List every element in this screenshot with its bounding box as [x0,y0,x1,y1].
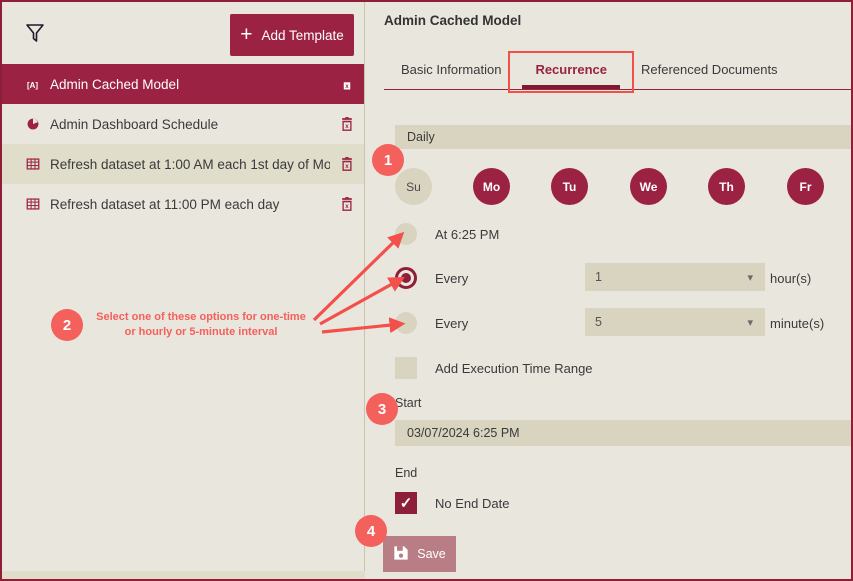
svg-text:x: x [345,82,349,89]
add-template-button[interactable]: + Add Template [230,14,354,56]
template-list-item-label: Refresh dataset at 11:00 PM each day [50,196,280,212]
annotation-marker-1: 1 [372,144,404,176]
option-every-hours[interactable]: Every [395,265,468,291]
option-every-minutes[interactable]: Every [395,310,468,336]
template-list-item[interactable]: Refresh dataset at 11:00 PM each day x [2,184,364,224]
checkbox-no-end-date[interactable]: ✓ [395,492,417,514]
checkbox-add-execution-time-range[interactable] [395,357,417,379]
template-list-item-label: Admin Cached Model [50,76,180,92]
hours-unit-label: hour(s) [770,271,812,286]
weekday-su[interactable]: Su [395,168,432,205]
option-add-time-range[interactable]: Add Execution Time Range [395,355,593,381]
minutes-interval-select[interactable]: 5 ▾ [585,308,765,336]
start-datetime-value: 03/07/2024 6:25 PM [407,426,520,440]
template-row-partial [2,571,365,579]
option-every-hours-label: Every [435,270,469,286]
bracket-a-icon: [A] [24,76,41,93]
grid-table-icon [24,156,41,173]
annotation-note-line-2: or hourly or 5-minute interval [124,325,278,338]
delete-template-button[interactable]: x [330,76,364,92]
weekday-fr[interactable]: Fr [787,168,824,205]
weekday-tu[interactable]: Tu [551,168,588,205]
grid-table-icon [24,196,41,213]
option-no-end-date[interactable]: ✓ No End Date [395,490,509,516]
template-list-item-label: Refresh dataset at 1:00 AM each 1st day … [50,156,330,172]
hours-interval-value: 1 [595,270,602,284]
template-list-item[interactable]: Refresh dataset at 1:00 AM each 1st day … [2,144,364,184]
schedule-recurrence-window: + Add Template [A] Admin Cached Model x Adm… [0,0,853,581]
template-list-item-label: Admin Dashboard Schedule [50,116,219,132]
template-list-item[interactable]: [A] Admin Cached Model x [2,64,364,104]
weekday-mo[interactable]: Mo [473,168,510,205]
delete-template-button[interactable]: x [330,196,364,212]
template-list: [A] Admin Cached Model x Admin Dashboard Sc… [2,64,364,224]
end-label: End [395,466,418,480]
frequency-value: Daily [407,130,435,144]
annotation-note: Select one of these options for one-time… [85,310,317,340]
annotation-marker-2: 2 [51,309,83,341]
chevron-down-icon: ▾ [747,271,753,284]
tab-bar: Basic Information Recurrence Referenced Do… [384,50,851,90]
tab-referenced-documents[interactable]: Referenced Documents [624,50,795,89]
annotation-marker-4: 4 [355,515,387,547]
add-template-label: Add Template [261,27,344,43]
frequency-select[interactable]: Daily [395,125,851,149]
page-title: Admin Cached Model [384,13,522,28]
option-at-time-label: At 6:25 PM [435,226,500,242]
weekday-th[interactable]: Th [708,168,745,205]
weekday-selector: Su Mo Tu We Th Fr [395,168,851,208]
svg-text:x: x [345,162,349,169]
template-list-panel: + Add Template [A] Admin Cached Model x Adm… [2,2,365,579]
save-label: Save [417,547,446,561]
start-datetime-input[interactable]: 03/07/2024 6:25 PM [395,420,851,446]
radio-every-hours[interactable] [395,267,417,289]
tab-basic-information[interactable]: Basic Information [384,50,518,89]
delete-template-button[interactable]: x [330,156,364,172]
no-end-date-label: No End Date [435,495,510,511]
hours-interval-select[interactable]: 1 ▾ [585,263,765,291]
plus-icon: + [240,22,253,46]
chevron-down-icon: ▾ [747,316,753,329]
annotation-note-line-1: Select one of these options for one-time [96,311,306,323]
radio-at-time[interactable] [395,223,417,245]
delete-template-button[interactable]: x [330,116,364,132]
radio-every-minutes[interactable] [395,312,417,334]
weekday-we[interactable]: We [630,168,667,205]
option-every-minutes-label: Every [435,315,469,331]
add-time-range-label: Add Execution Time Range [435,360,593,376]
save-button[interactable]: Save [383,536,456,572]
minutes-unit-label: minute(s) [770,316,825,331]
minutes-interval-value: 5 [595,315,602,329]
svg-text:x: x [345,122,349,129]
filter-icon[interactable] [24,22,46,44]
template-list-toolbar: + Add Template [2,2,364,64]
pie-chart-icon [24,116,41,133]
svg-text:[A]: [A] [27,81,38,90]
annotation-marker-3: 3 [366,393,398,425]
option-at-time[interactable]: At 6:25 PM [395,221,499,247]
template-list-item[interactable]: Admin Dashboard Schedule x [2,104,364,144]
svg-text:x: x [345,202,349,209]
floppy-disk-icon [393,545,409,564]
start-label: Start [395,396,422,410]
tab-recurrence[interactable]: Recurrence [518,50,624,89]
